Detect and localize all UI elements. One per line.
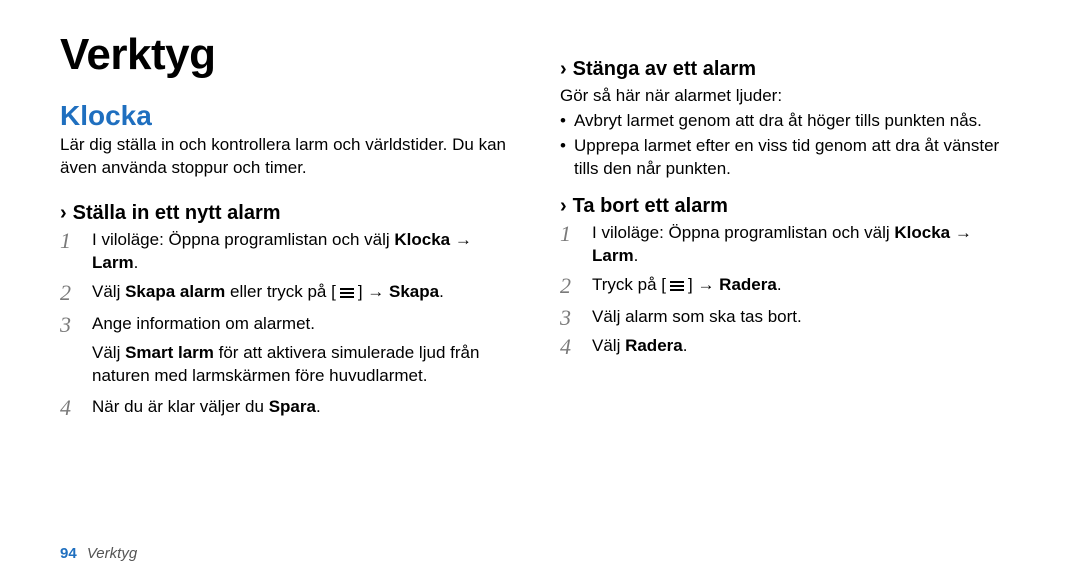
- bold-text: Larm: [92, 253, 134, 272]
- bold-text: Larm: [592, 246, 634, 265]
- step-number: 4: [560, 336, 582, 358]
- bold-text: Radera: [719, 275, 777, 294]
- two-column-layout: Verktyg Klocka Lär dig ställa in och kon…: [60, 30, 1020, 424]
- text-fragment: .: [134, 253, 139, 272]
- step-text: Ange information om alarmet.: [92, 313, 520, 336]
- page-title: Verktyg: [60, 30, 520, 80]
- step-text: Tryck på [ ] → Radera.: [592, 274, 1020, 300]
- section-heading-klocka: Klocka: [60, 100, 520, 132]
- step-note: Välj Smart larm för att aktivera simuler…: [92, 342, 520, 388]
- text-fragment: .: [634, 246, 639, 265]
- text-fragment: ] →: [688, 275, 719, 294]
- text-fragment: eller tryck på [: [225, 282, 336, 301]
- text-fragment: .: [777, 275, 782, 294]
- step-text: I viloläge: Öppna programlistan och välj…: [92, 229, 520, 275]
- step-text: Välj Radera.: [592, 335, 1020, 358]
- bold-text: Klocka: [394, 230, 450, 249]
- text-fragment: .: [316, 397, 321, 416]
- chevron-icon: ›: [60, 202, 67, 225]
- list-item: Avbryt larmet genom att dra åt höger til…: [560, 110, 1020, 133]
- list-item: Upprepa larmet efter en viss tid genom a…: [560, 135, 1020, 181]
- bold-text: Smart larm: [125, 343, 214, 362]
- page-number: 94: [60, 545, 77, 562]
- text-fragment: När du är klar väljer du: [92, 397, 269, 416]
- list-item: 2 Tryck på [ ] → Radera.: [560, 274, 1020, 300]
- step-number: 2: [60, 282, 82, 304]
- steps-delete-alarm: 1 I viloläge: Öppna programlistan och vä…: [560, 222, 1020, 358]
- list-item: 2 Välj Skapa alarm eller tryck på [ ] → S…: [60, 281, 520, 307]
- bold-text: Klocka: [894, 223, 950, 242]
- subheading-new-alarm: › Ställa in ett nytt alarm: [60, 202, 520, 225]
- text-fragment: .: [439, 282, 444, 301]
- list-item: 4 Välj Radera.: [560, 335, 1020, 358]
- text-fragment: Välj: [592, 336, 625, 355]
- step-text: Välj alarm som ska tas bort.: [592, 306, 1020, 329]
- subheading-delete-alarm: › Ta bort ett alarm: [560, 195, 1020, 218]
- chevron-icon: ›: [560, 195, 567, 218]
- subheading-stop-alarm: › Stänga av ett alarm: [560, 58, 1020, 81]
- chevron-icon: ›: [560, 58, 567, 81]
- list-item: 3 Välj alarm som ska tas bort.: [560, 306, 1020, 329]
- step-text: Välj Skapa alarm eller tryck på [ ] → Ska…: [92, 281, 520, 307]
- bold-text: Skapa: [389, 282, 439, 301]
- step-number: 1: [560, 223, 582, 245]
- subheading-delete-alarm-label: Ta bort ett alarm: [573, 195, 728, 218]
- text-fragment: Välj: [92, 282, 125, 301]
- text-fragment: →: [950, 223, 972, 242]
- step-number: 2: [560, 275, 582, 297]
- step-number: 3: [60, 314, 82, 336]
- bold-text: Radera: [625, 336, 683, 355]
- text-fragment: ] →: [358, 282, 389, 301]
- step-text: I viloläge: Öppna programlistan och välj…: [592, 222, 1020, 268]
- stop-alarm-intro: Gör så här när alarmet ljuder:: [560, 85, 1020, 108]
- manual-page: Verktyg Klocka Lär dig ställa in och kon…: [0, 0, 1080, 586]
- list-item: 1 I viloläge: Öppna programlistan och vä…: [560, 222, 1020, 268]
- list-item: 1 I viloläge: Öppna programlistan och vä…: [60, 229, 520, 275]
- steps-new-alarm-cont: 4 När du är klar väljer du Spara.: [60, 396, 520, 419]
- bold-text: Skapa alarm: [125, 282, 225, 301]
- page-footer: 94 Verktyg: [60, 545, 137, 562]
- step-text: När du är klar väljer du Spara.: [92, 396, 520, 419]
- stop-alarm-bullets: Avbryt larmet genom att dra åt höger til…: [560, 110, 1020, 181]
- text-fragment: →: [450, 230, 472, 249]
- right-column: › Stänga av ett alarm Gör så här när ala…: [560, 30, 1020, 424]
- menu-icon: [338, 284, 356, 307]
- step-number: 3: [560, 307, 582, 329]
- footer-title: Verktyg: [87, 545, 137, 562]
- text-fragment: I viloläge: Öppna programlistan och välj: [92, 230, 394, 249]
- text-fragment: Tryck på [: [592, 275, 666, 294]
- list-item: 4 När du är klar väljer du Spara.: [60, 396, 520, 419]
- subheading-new-alarm-label: Ställa in ett nytt alarm: [73, 202, 281, 225]
- subheading-stop-alarm-label: Stänga av ett alarm: [573, 58, 756, 81]
- list-item: 3 Ange information om alarmet.: [60, 313, 520, 336]
- steps-new-alarm: 1 I viloläge: Öppna programlistan och vä…: [60, 229, 520, 336]
- step-number: 4: [60, 397, 82, 419]
- text-fragment: I viloläge: Öppna programlistan och välj: [592, 223, 894, 242]
- section-intro: Lär dig ställa in och kontrollera larm o…: [60, 134, 520, 180]
- text-fragment: .: [683, 336, 688, 355]
- left-column: Verktyg Klocka Lär dig ställa in och kon…: [60, 30, 520, 424]
- text-fragment: Välj: [92, 343, 125, 362]
- bold-text: Spara: [269, 397, 316, 416]
- menu-icon: [668, 277, 686, 300]
- step-number: 1: [60, 230, 82, 252]
